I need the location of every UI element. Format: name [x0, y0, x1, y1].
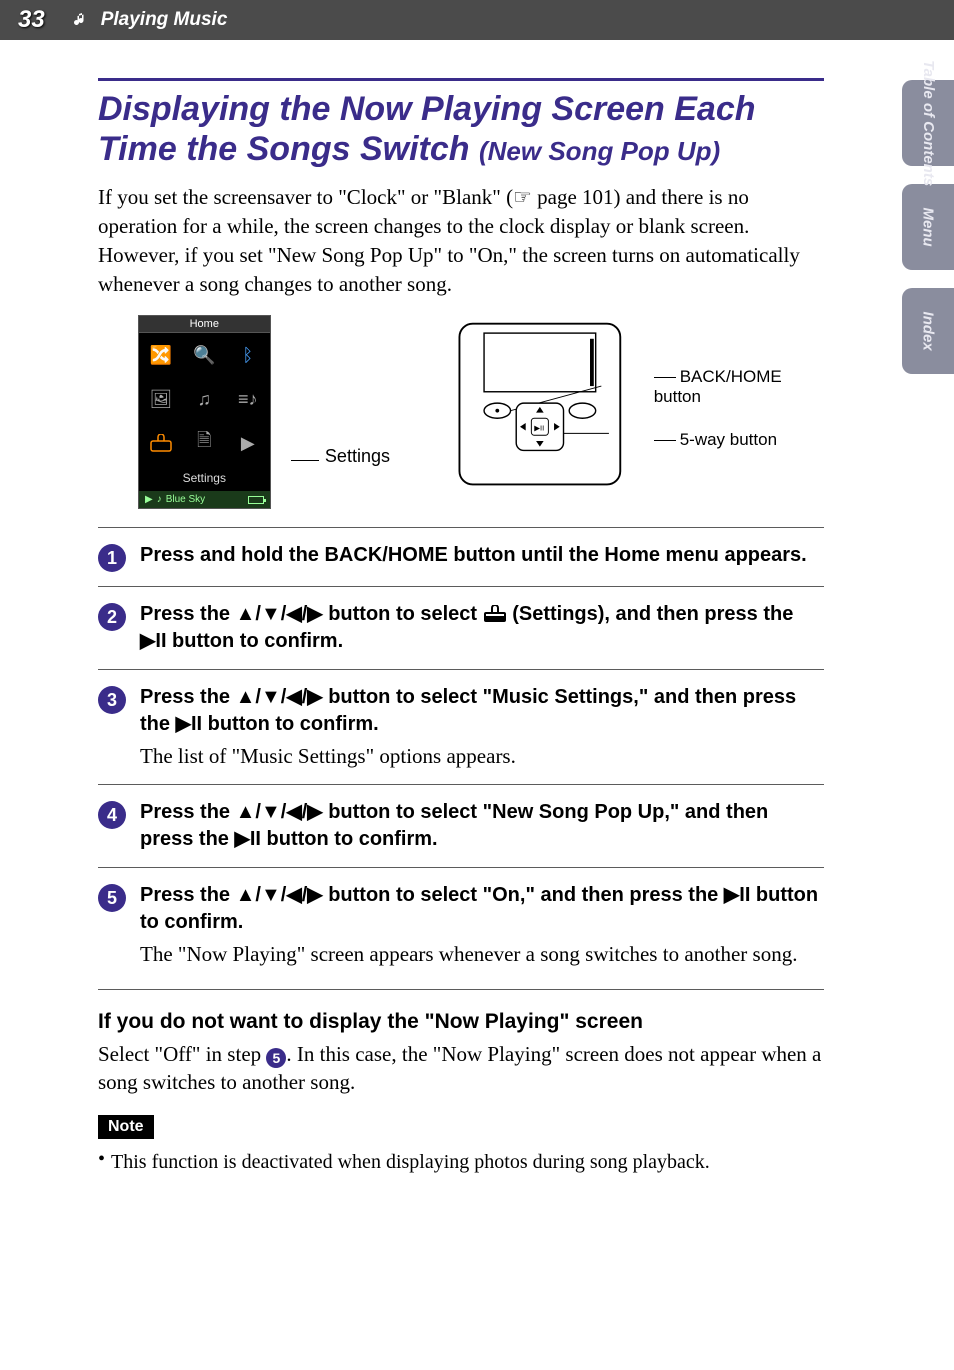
step-3: 3 Press the ▲/▼/◀/▶ button to select "Mu… [98, 669, 824, 784]
home-menu-title: Home [139, 316, 270, 333]
music-icon: ♫ [183, 377, 227, 421]
step-head: Press the ▲/▼/◀/▶ button to select "On,"… [140, 882, 824, 936]
step-number: 4 [98, 801, 126, 829]
step-5: 5 Press the ▲/▼/◀/▶ button to select "On… [98, 867, 824, 982]
page-number: 33 [18, 6, 45, 34]
home-now-playing: ▶ ♪ Blue Sky [139, 491, 270, 508]
step-ref-badge: 5 [266, 1048, 286, 1068]
tab-menu[interactable]: Menu [902, 184, 954, 270]
bullet-icon: • [98, 1149, 105, 1176]
tab-toc[interactable]: Table of Contents [902, 80, 954, 166]
step-number: 3 [98, 686, 126, 714]
home-menu-label: Settings [139, 465, 270, 491]
nowplaying-icon: ▶ [226, 421, 270, 465]
step-1: 1 Press and hold the BACK/HOME button un… [98, 527, 824, 586]
device-figure: ▶II [450, 315, 630, 495]
step-head: Press the ▲/▼/◀/▶ button to select (Sett… [140, 601, 824, 655]
note-label: Note [98, 1115, 154, 1139]
sub-heading: If you do not want to display the "Now P… [98, 1010, 824, 1034]
content: Displaying the Now Playing Screen Each T… [0, 40, 954, 1176]
step-4: 4 Press the ▲/▼/◀/▶ button to select "Ne… [98, 784, 824, 867]
step-text: The "Now Playing" screen appears wheneve… [140, 940, 824, 968]
callout-line [291, 460, 319, 461]
playlist-icon: ≡♪ [226, 377, 270, 421]
page-title: Displaying the Now Playing Screen Each T… [98, 89, 824, 169]
figure-row: Home 🔀 🔍 ᛒ 🖼 ♫ ≡♪ 🗎 ▶ Settings ▶ ♪ Blue … [138, 315, 824, 509]
settings-toolbox-icon [483, 605, 507, 623]
after-text: Select "Off" in step 5. In this case, th… [98, 1040, 824, 1097]
after-steps: If you do not want to display the "Now P… [98, 989, 824, 1176]
shuffle-icon: 🔀 [139, 333, 183, 377]
section-name: Playing Music [101, 9, 228, 31]
tab-index[interactable]: Index [902, 288, 954, 374]
settings-icon [139, 421, 183, 465]
step-head: Press the ▲/▼/◀/▶ button to select "New … [140, 799, 824, 853]
title-rule [98, 78, 824, 81]
step-number: 2 [98, 603, 126, 631]
intro-text: If you set the screensaver to "Clock" or… [98, 183, 824, 299]
side-tabs: Table of Contents Menu Index [902, 80, 954, 392]
step-number: 5 [98, 884, 126, 912]
steps: 1 Press and hold the BACK/HOME button un… [98, 527, 824, 983]
play-indicator-icon: ▶ [145, 494, 153, 505]
svg-text:▶II: ▶II [534, 424, 544, 433]
battery-icon [248, 496, 264, 504]
bluetooth-icon: ᛒ [226, 333, 270, 377]
fiveway-label: 5-way button [680, 430, 777, 449]
document-icon: 🗎 [183, 421, 227, 465]
music-note-icon [73, 12, 89, 28]
note-text: This function is deactivated when displa… [111, 1149, 710, 1176]
back-home-label: BACK/HOME button [654, 367, 782, 406]
note-bullet: • This function is deactivated when disp… [98, 1149, 824, 1176]
header-bar: 33 Playing Music [0, 0, 954, 40]
step-text: The list of "Music Settings" options app… [140, 742, 824, 770]
photo-icon: 🖼 [139, 377, 183, 421]
step-number: 1 [98, 544, 126, 572]
home-menu-figure: Home 🔀 🔍 ᛒ 🖼 ♫ ≡♪ 🗎 ▶ Settings ▶ ♪ Blue … [138, 315, 271, 509]
step-head: Press the ▲/▼/◀/▶ button to select "Musi… [140, 684, 824, 738]
step-head: Press and hold the BACK/HOME button unti… [140, 542, 824, 569]
search-icon: 🔍 [183, 333, 227, 377]
step-2: 2 Press the ▲/▼/◀/▶ button to select (Se… [98, 586, 824, 669]
settings-callout: Settings [325, 446, 390, 467]
figure-labels: BACK/HOME button 5-way button [654, 315, 824, 472]
